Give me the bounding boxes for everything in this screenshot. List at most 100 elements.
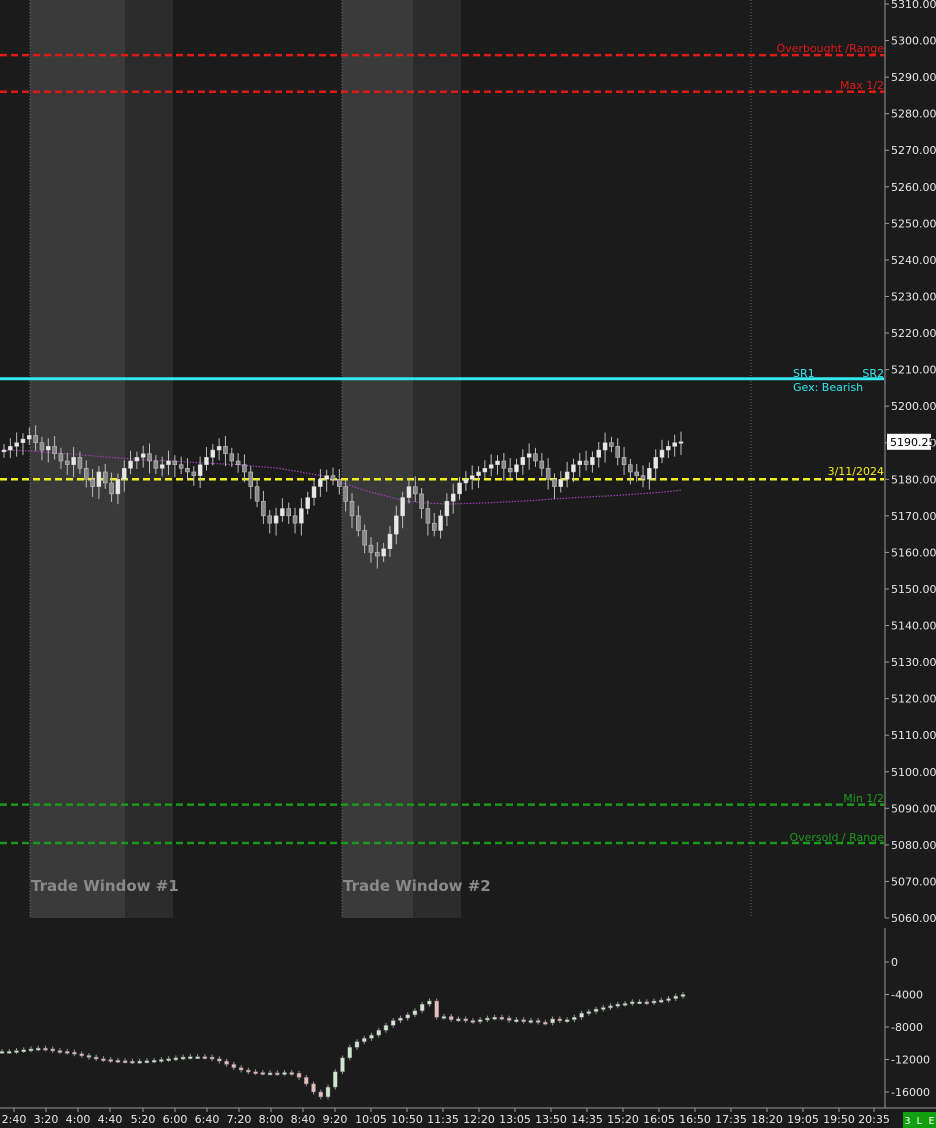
lower-body: [666, 998, 671, 1001]
lower-body: [521, 1019, 526, 1022]
lower-body: [456, 1018, 461, 1022]
price-tick-label: 5200.00: [891, 400, 936, 413]
lower-body: [195, 1056, 200, 1059]
lower-body: [427, 1000, 432, 1005]
candle-body: [210, 449, 216, 458]
lower-body: [463, 1018, 468, 1022]
candle-body: [672, 442, 677, 447]
candle-body: [520, 457, 526, 465]
price-tick-label: 5210.00: [891, 364, 936, 377]
candle-body: [248, 471, 254, 487]
candle-body: [337, 479, 342, 487]
lower-body: [347, 1047, 352, 1059]
candle-body: [77, 457, 83, 469]
candle-body: [495, 460, 500, 465]
candle-body: [621, 457, 627, 465]
lower-body: [637, 1001, 642, 1005]
lower-body: [485, 1017, 490, 1021]
lower-body: [615, 1004, 621, 1007]
candle-body: [197, 464, 203, 476]
lower-body: [492, 1017, 497, 1020]
lower-body: [28, 1048, 34, 1052]
time-tick-label: 20:35: [858, 1113, 890, 1126]
lower-body: [246, 1069, 251, 1073]
trade-window-2-late: [413, 0, 461, 918]
candle-body: [191, 471, 197, 476]
candle-body: [602, 442, 608, 451]
lower-body: [441, 1016, 447, 1019]
candle-body: [533, 453, 538, 462]
price-tick-label: 5100.00: [891, 766, 936, 779]
trade-window-2-label: Trade Window #2: [343, 877, 491, 895]
lower-body: [405, 1014, 410, 1019]
candle-body: [305, 497, 310, 509]
time-tick-label: 9:20: [323, 1113, 348, 1126]
lower-body: [115, 1060, 121, 1063]
candle-body: [343, 486, 348, 502]
time-tick-label: 6:00: [163, 1113, 188, 1126]
time-tick-label: 2:40: [2, 1113, 27, 1126]
lower-body: [593, 1008, 599, 1012]
candle-body: [286, 508, 291, 517]
lower-body: [579, 1012, 584, 1018]
level-label: 3/11/2024: [828, 465, 884, 478]
lower-body: [506, 1017, 512, 1021]
candle-body: [52, 446, 57, 454]
lower-body: [376, 1030, 381, 1036]
lower-tick-label: 0: [891, 956, 898, 969]
candle-body: [596, 449, 601, 458]
lower-body: [550, 1018, 555, 1024]
time-tick-label: 11:35: [427, 1113, 459, 1126]
lower-body: [361, 1038, 367, 1042]
price-tick-label: 5290.00: [891, 71, 936, 84]
candle-body: [166, 460, 171, 465]
candle-body: [58, 453, 64, 462]
candle-body: [318, 479, 323, 487]
lower-body: [564, 1019, 570, 1022]
candle-body: [8, 446, 13, 451]
lower-body: [50, 1048, 55, 1052]
candle-body: [628, 464, 633, 473]
candle-body: [102, 471, 108, 484]
candle-body: [242, 464, 247, 473]
candle-body: [558, 479, 564, 487]
lower-body: [514, 1019, 519, 1022]
candle-body: [204, 457, 209, 465]
candle-body: [634, 471, 639, 476]
trade-window-2-early: [342, 0, 413, 918]
lower-body: [122, 1060, 128, 1063]
lower-body: [43, 1047, 48, 1051]
candle-body: [526, 453, 532, 458]
candle-body: [153, 460, 159, 469]
lower-body: [231, 1064, 237, 1068]
time-tick-label: 16:50: [679, 1113, 711, 1126]
price-tick-label: 5280.00: [891, 108, 936, 121]
level-label: SR2: [862, 367, 884, 380]
lower-body: [557, 1018, 563, 1022]
lower-body: [282, 1072, 287, 1075]
candle-body: [109, 482, 114, 495]
lower-body: [267, 1072, 273, 1076]
trade-window-1-label: Trade Window #1: [31, 877, 179, 895]
lower-body: [296, 1073, 302, 1078]
candle-body: [571, 464, 576, 473]
lower-body: [289, 1072, 295, 1075]
candle-body: [413, 486, 418, 495]
lower-body: [470, 1020, 476, 1023]
price-tick-label: 5230.00: [891, 290, 936, 303]
price-tick-label: 5070.00: [891, 875, 936, 888]
lower-body: [412, 1010, 418, 1016]
chart-canvas[interactable]: Trade Window #1 Trade Window #2 5310.00 53…: [0, 0, 936, 1128]
time-tick-label: 12:20: [463, 1113, 495, 1126]
lower-body: [64, 1051, 70, 1054]
price-tick-label: 5160.00: [891, 546, 936, 559]
lower-body: [651, 1000, 657, 1004]
candle-body: [84, 468, 89, 480]
candle-body: [330, 475, 336, 480]
price-tick-label: 5150.00: [891, 583, 936, 596]
lower-tick-label: -16000: [891, 1086, 930, 1099]
price-tick-label: 5170.00: [891, 510, 936, 523]
candle-body: [159, 464, 165, 469]
price-tick-label: 5080.00: [891, 839, 936, 852]
lower-body: [209, 1056, 215, 1060]
